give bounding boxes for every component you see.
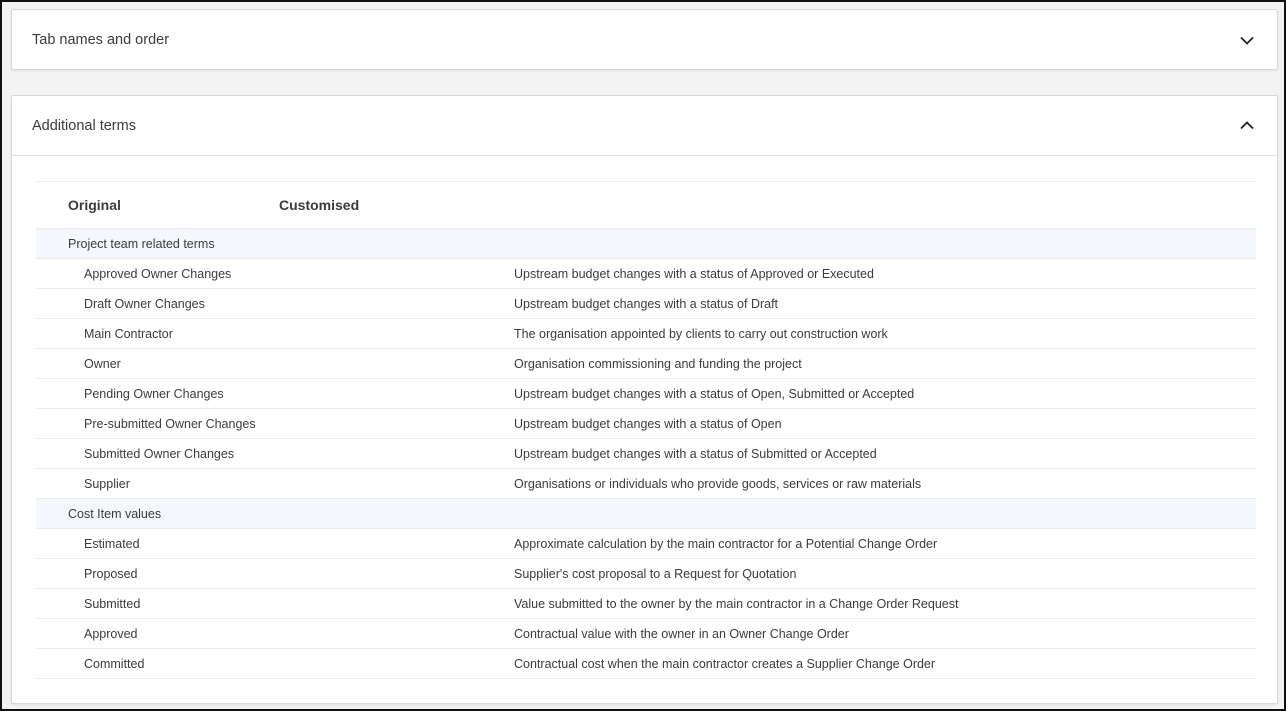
- group-row: Cost Item values: [36, 499, 1256, 529]
- original-term: Owner: [84, 356, 121, 371]
- tab-names-title: Tab names and order: [32, 32, 170, 48]
- tab-names-header[interactable]: Tab names and order: [12, 10, 1277, 70]
- table-row[interactable]: Submitted Value submitted to the owner by…: [36, 589, 1256, 619]
- table-row[interactable]: Committed Contractual cost when the main …: [36, 649, 1256, 679]
- table-row[interactable]: Draft Owner Changes Upstream budget chang…: [36, 289, 1256, 319]
- table-row[interactable]: Approved Contractual value with the owner…: [36, 619, 1256, 649]
- term-description: Approximate calculation by the main cont…: [514, 536, 938, 551]
- additional-terms-title: Additional terms: [32, 117, 136, 134]
- chevron-up-icon[interactable]: [1237, 116, 1257, 136]
- table-row[interactable]: Proposed Supplier's cost proposal to a Re…: [36, 559, 1256, 589]
- group-label: Project team related terms: [68, 236, 215, 251]
- term-description: Contractual value with the owner in an O…: [514, 626, 849, 641]
- group-label: Cost Item values: [68, 506, 162, 521]
- table-row[interactable]: Pending Owner Changes Upstream budget cha…: [36, 379, 1256, 409]
- original-term: Estimated: [84, 536, 140, 551]
- term-description: Upstream budget changes with a status of…: [514, 296, 779, 311]
- table-row[interactable]: Owner Organisation commissioning and fund…: [36, 349, 1256, 379]
- terms-table-body: Project team related terms Approved Owner…: [36, 229, 1256, 679]
- original-term: Approved: [84, 626, 138, 641]
- table-row[interactable]: Pre-submitted Owner Changes Upstream budg…: [36, 409, 1256, 439]
- tab-names-panel: Tab names and order: [11, 9, 1278, 70]
- original-term: Pre-submitted Owner Changes: [84, 416, 256, 431]
- table-row[interactable]: Main Contractor The organisation appointe…: [36, 319, 1256, 349]
- term-description: Organisations or individuals who provide…: [514, 476, 922, 491]
- additional-terms-header[interactable]: Additional terms: [12, 96, 1277, 156]
- term-description: Organisation commissioning and funding t…: [514, 356, 802, 371]
- original-term: Submitted Owner Changes: [84, 446, 235, 461]
- original-term: Supplier: [84, 476, 130, 491]
- term-description: Upstream budget changes with a status of…: [514, 416, 782, 431]
- terms-table: Original Customised Project team related…: [36, 181, 1256, 679]
- original-term: Proposed: [84, 566, 138, 581]
- original-term: Submitted: [84, 596, 141, 611]
- table-row[interactable]: Estimated Approximate calculation by the …: [36, 529, 1256, 559]
- term-description: The organisation appointed by clients to…: [514, 326, 888, 341]
- original-term: Committed: [84, 656, 145, 671]
- column-header-customised: Customised: [279, 197, 360, 213]
- original-term: Approved Owner Changes: [84, 266, 232, 281]
- chevron-down-icon[interactable]: [1237, 30, 1257, 50]
- term-description: Upstream budget changes with a status of…: [514, 386, 915, 401]
- additional-terms-panel: Additional terms Original Customised Pro…: [11, 95, 1278, 704]
- table-row[interactable]: Supplier Organisations or individuals who…: [36, 469, 1256, 499]
- column-header-original: Original: [68, 197, 121, 213]
- term-description: Supplier's cost proposal to a Request fo…: [514, 566, 797, 581]
- group-row: Project team related terms: [36, 229, 1256, 259]
- term-description: Upstream budget changes with a status of…: [514, 446, 877, 461]
- table-row[interactable]: Submitted Owner Changes Upstream budget c…: [36, 439, 1256, 469]
- original-term: Draft Owner Changes: [84, 296, 205, 311]
- terms-table-header: Original Customised: [36, 182, 1256, 229]
- term-description: Upstream budget changes with a status of…: [514, 266, 874, 281]
- term-description: Contractual cost when the main contracto…: [514, 656, 936, 671]
- table-row[interactable]: Approved Owner Changes Upstream budget ch…: [36, 259, 1256, 289]
- original-term: Main Contractor: [84, 326, 173, 341]
- original-term: Pending Owner Changes: [84, 386, 224, 401]
- term-description: Value submitted to the owner by the main…: [514, 596, 959, 611]
